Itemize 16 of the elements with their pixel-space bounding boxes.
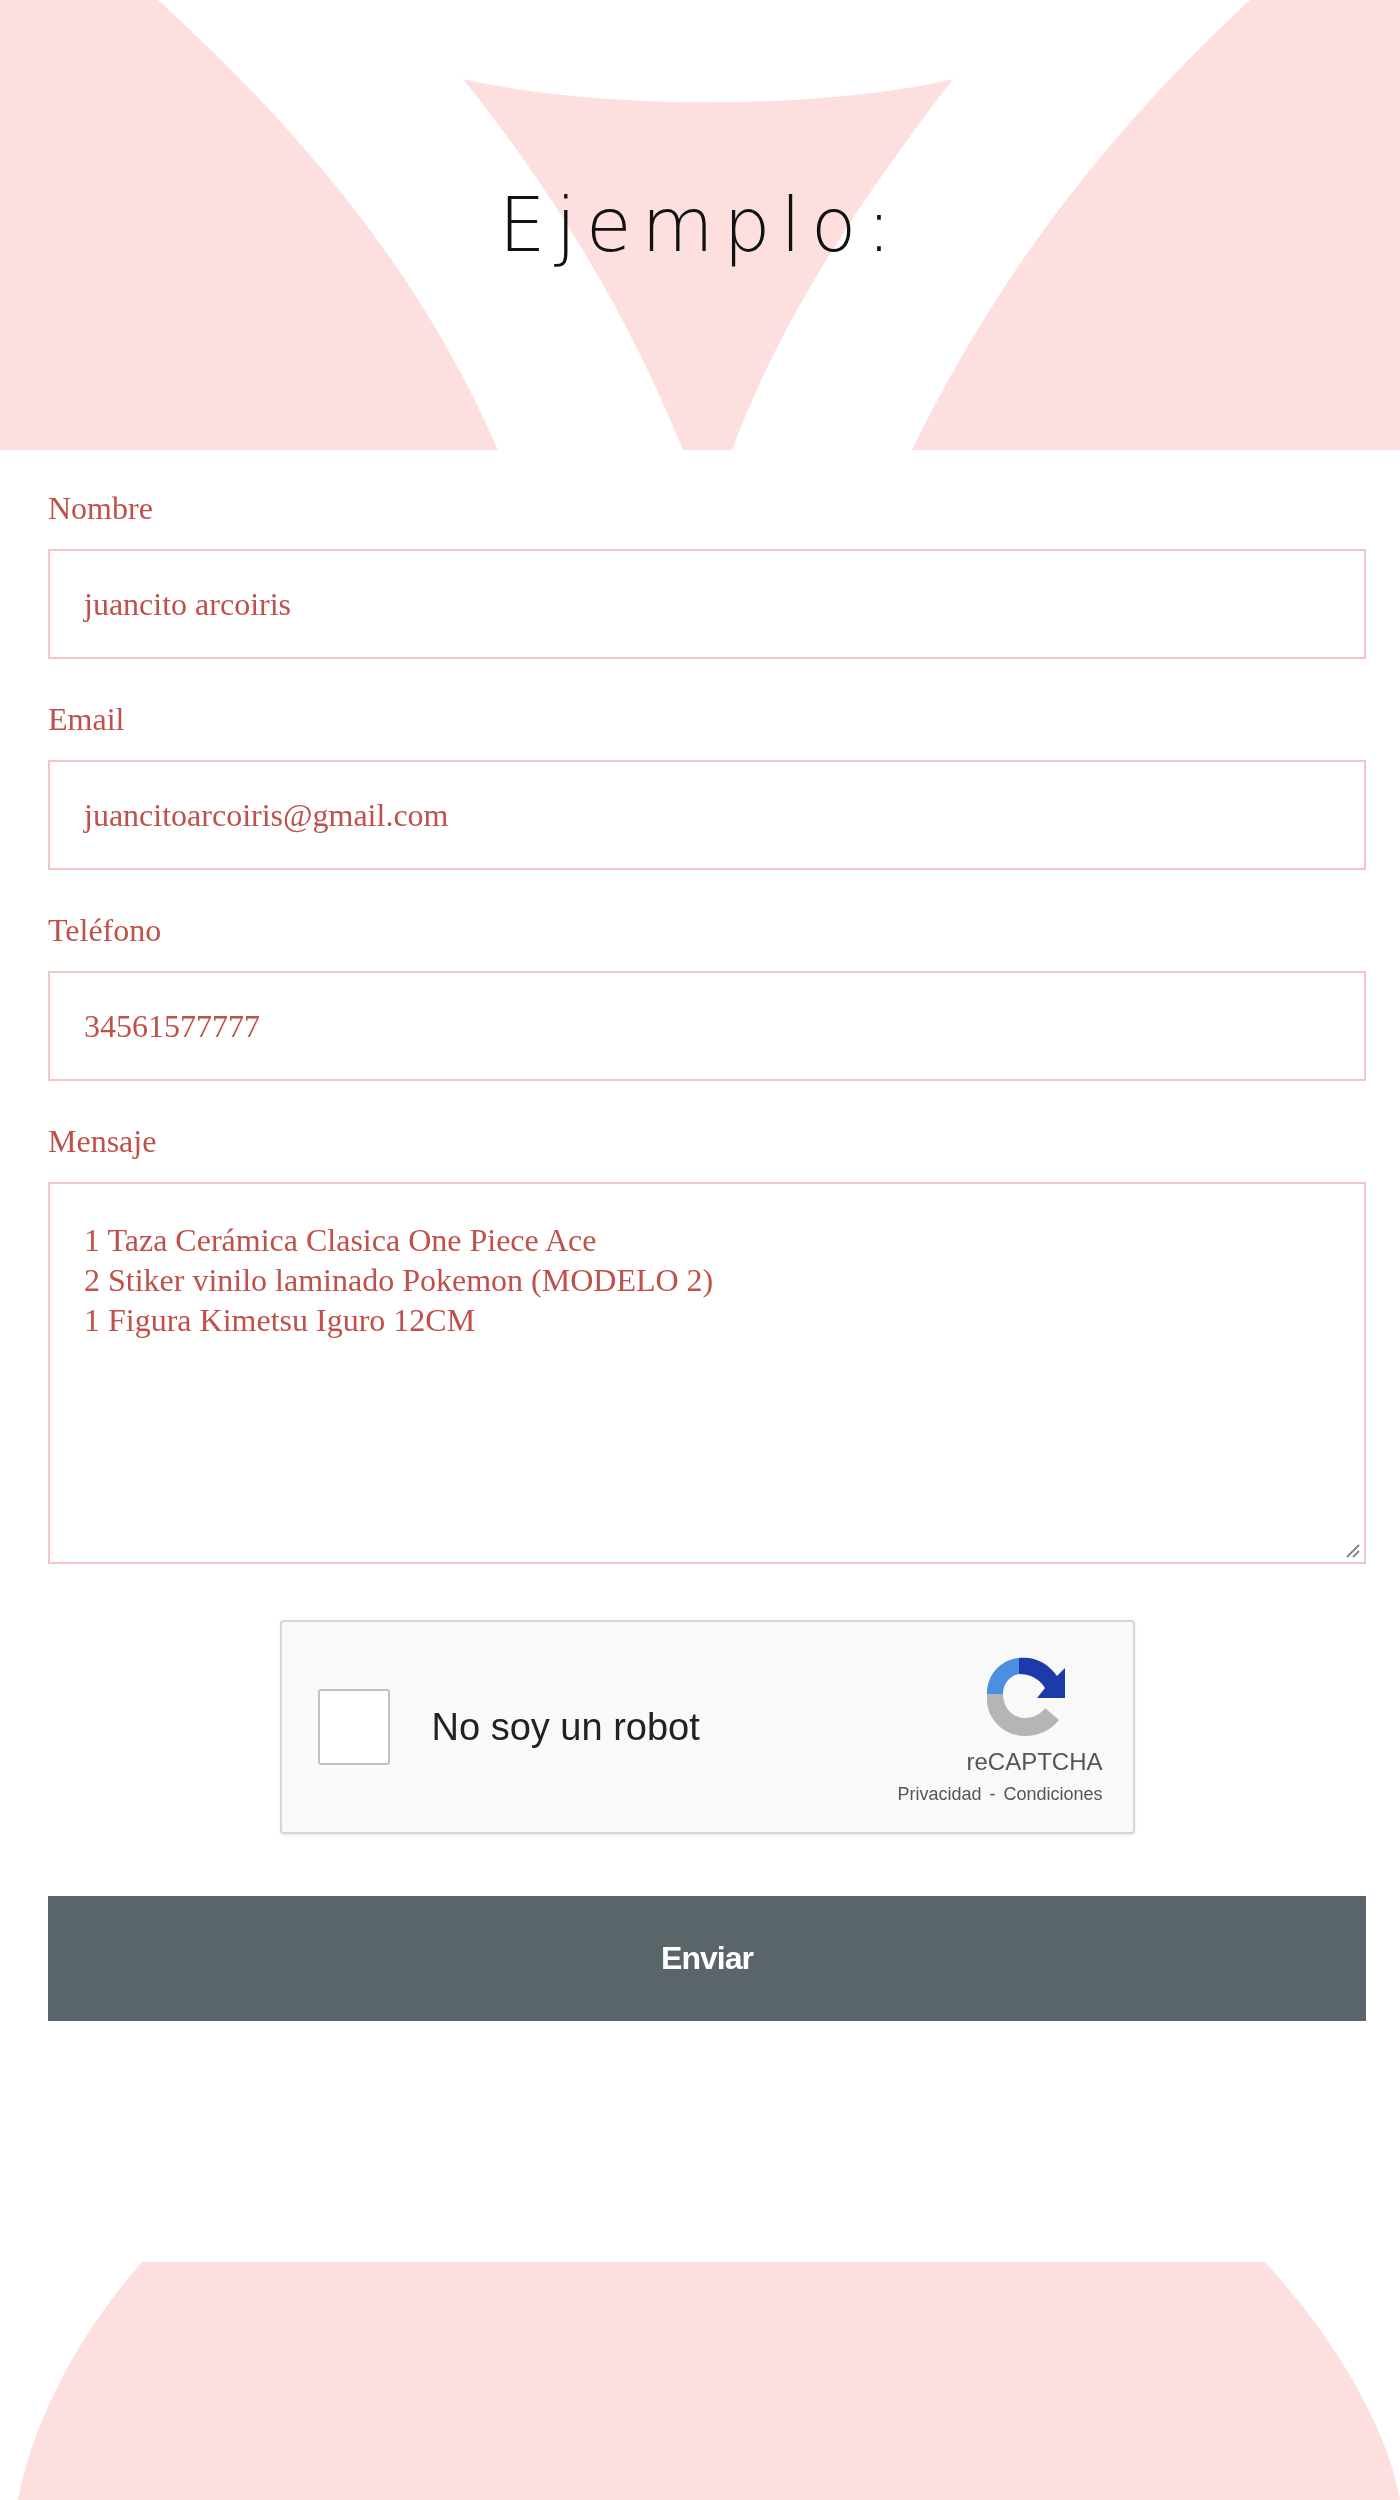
input-field[interactable]: juancitoarcoiris@gmail.com: [48, 760, 1366, 870]
page-title: Ejemplo:: [498, 182, 902, 268]
input-field[interactable]: juancito arcoiris: [48, 549, 1366, 659]
captcha-label: No soy un robot: [431, 1705, 701, 1749]
terms-link[interactable]: Condiciones: [1003, 1783, 1103, 1805]
field-label: Email: [48, 701, 125, 738]
checkbox[interactable]: [317, 1689, 390, 1765]
message-field[interactable]: 1 Taza Cerámica Clasica One Piece Ace 2 Stiker vinilo laminado Pokemon (MODELO 2) 1 Figura Kimetsu Iguro 12CM: [48, 1182, 1366, 1564]
privacy-link[interactable]: Privacidad: [897, 1783, 982, 1805]
field-label: Teléfono: [48, 912, 162, 949]
field-label: Nombre: [48, 490, 153, 527]
input-field[interactable]: 34561577777: [48, 971, 1366, 1081]
captcha-brand: reCAPTCHA: [966, 1747, 1103, 1776]
submit-button[interactable]: Enviar: [48, 1896, 1366, 2021]
field-label: Mensaje: [48, 1123, 157, 1160]
link-separator: -: [989, 1783, 996, 1805]
